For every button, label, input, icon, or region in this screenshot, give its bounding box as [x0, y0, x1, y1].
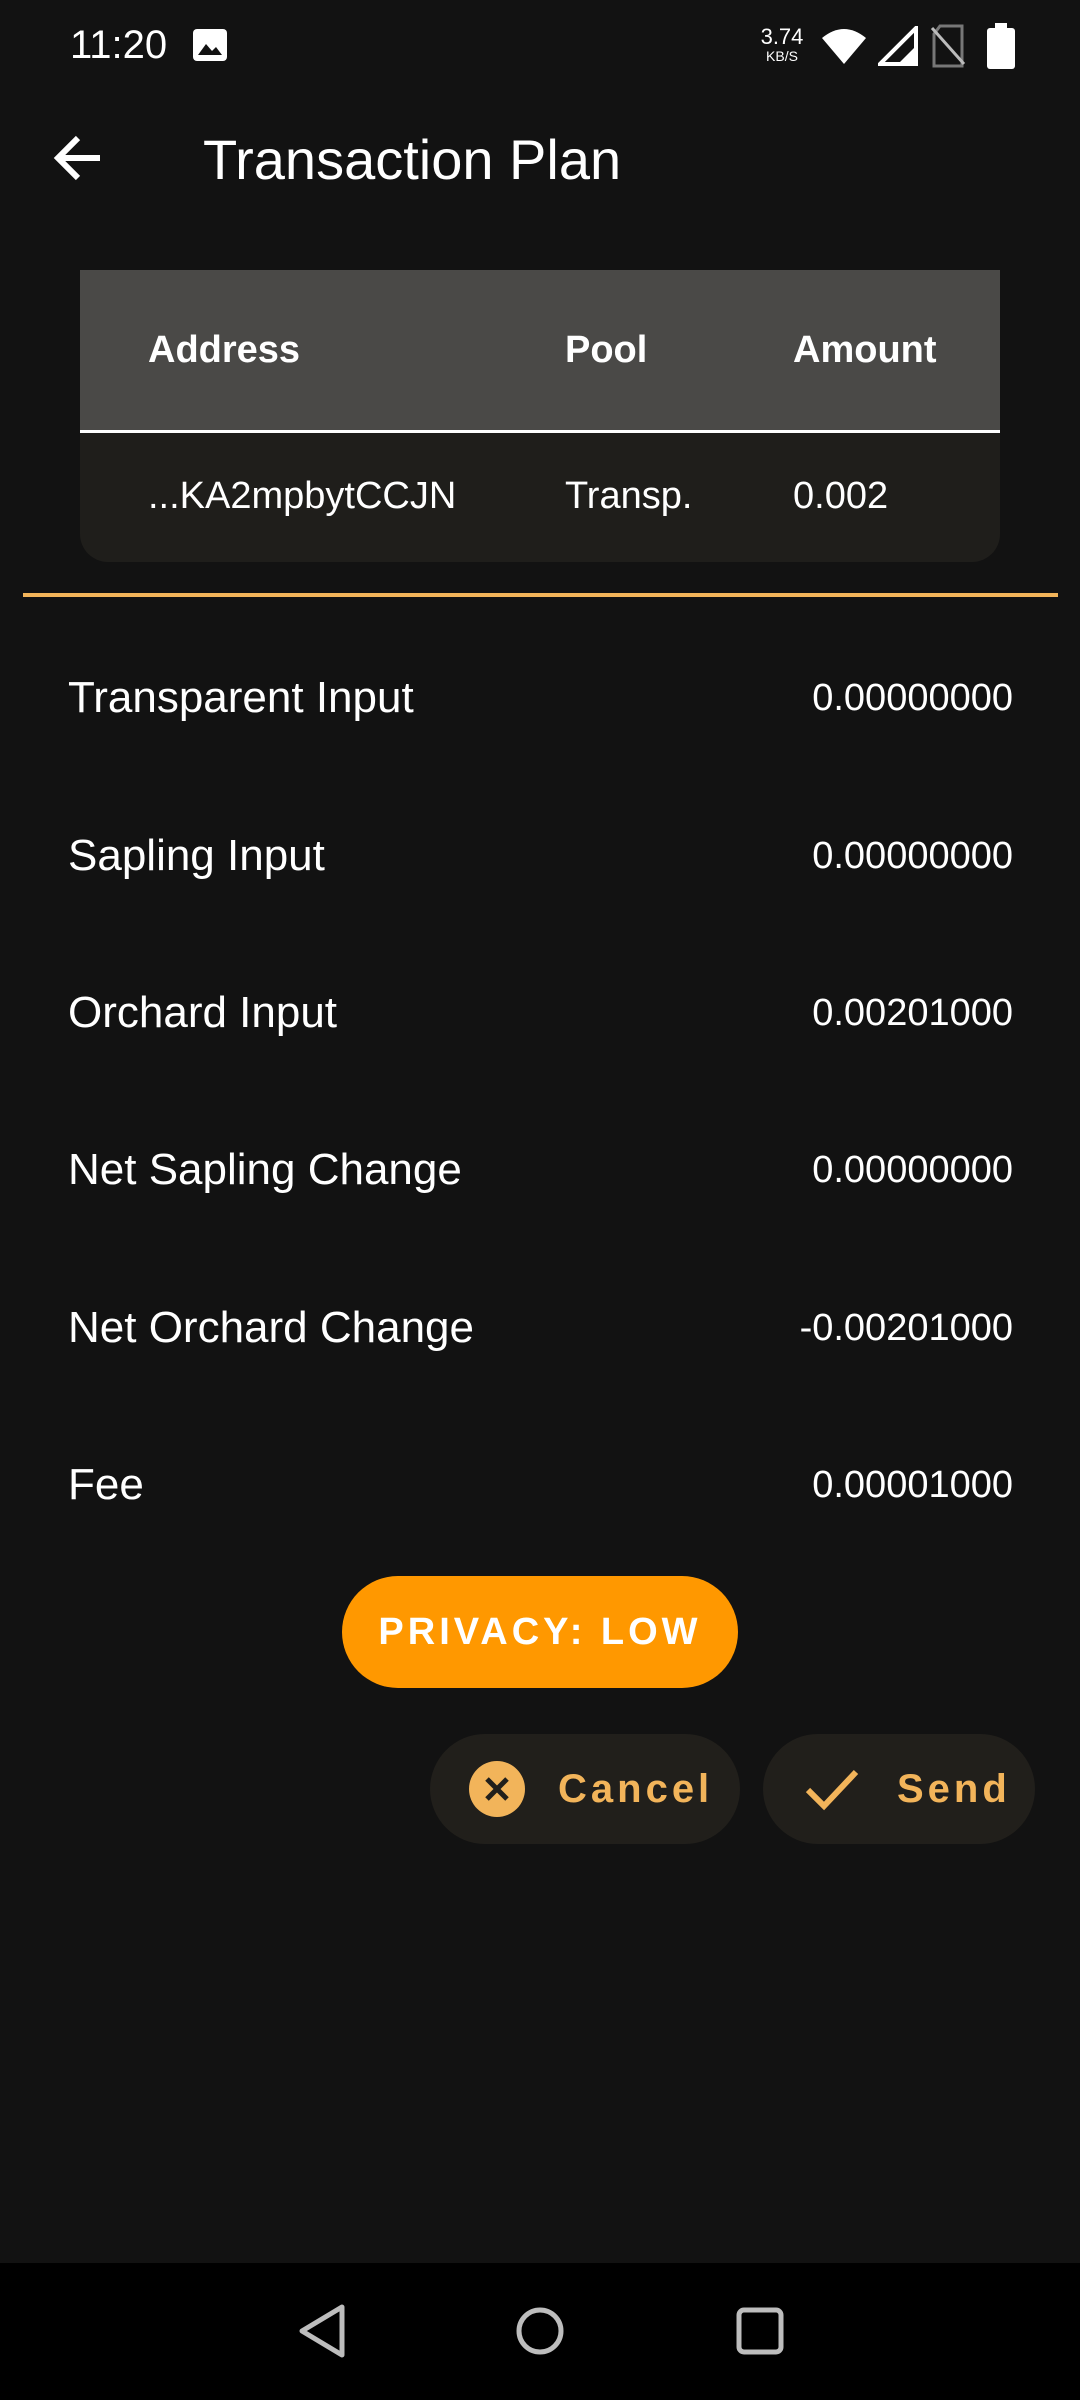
screen: 11:20 3.74 KB/S Transaction Plan Address… [0, 0, 1080, 2400]
no-sim-icon [930, 24, 966, 68]
summary-label: Net Sapling Change [68, 1145, 462, 1194]
summary-label: Orchard Input [68, 988, 338, 1037]
summary-label: Sapling Input [68, 831, 325, 880]
summary-row-transparent-input: Transparent Input 0.00000000 [68, 658, 1013, 738]
section-divider [23, 593, 1058, 597]
nav-recents-icon[interactable] [734, 2305, 786, 2357]
summary-value: 0.00201000 [812, 992, 1013, 1034]
summary-value: 0.00000000 [812, 835, 1013, 877]
summary-row-net-orchard-change: Net Orchard Change -0.00201000 [68, 1288, 1013, 1368]
image-icon [193, 29, 227, 61]
cell-pool: Transp. [565, 475, 693, 517]
arrow-left-icon [53, 135, 100, 181]
header-address[interactable]: Address [148, 270, 300, 430]
cell-address: ...KA2mpbytCCJN [148, 475, 457, 517]
wifi-icon [822, 29, 866, 64]
cell-amount: 0.002 [793, 475, 889, 517]
network-speed-unit: KB/S [766, 48, 798, 64]
summary-row-fee: Fee 0.00001000 [68, 1445, 1013, 1525]
check-icon [805, 1769, 859, 1811]
header-pool[interactable]: Pool [565, 270, 647, 430]
battery-icon [987, 23, 1015, 69]
nav-home-icon[interactable] [514, 2303, 566, 2359]
send-button[interactable]: Send [763, 1734, 1035, 1844]
privacy-level-badge[interactable]: PRIVACY: LOW [342, 1576, 738, 1688]
summary-label: Fee [68, 1460, 144, 1509]
status-time: 11:20 [70, 23, 168, 67]
back-button[interactable] [40, 120, 116, 196]
network-speed-value: 3.74 [760, 24, 804, 49]
network-speed: 3.74 KB/S [756, 24, 808, 65]
summary-label: Net Orchard Change [68, 1303, 474, 1352]
summary-value: 0.00001000 [812, 1464, 1013, 1506]
nav-back-icon[interactable] [296, 2303, 348, 2359]
summary-row-orchard-input: Orchard Input 0.00201000 [68, 973, 1013, 1053]
header-amount[interactable]: Amount [793, 270, 937, 430]
summary-value: -0.00201000 [799, 1307, 1013, 1349]
summary-value: 0.00000000 [812, 1149, 1013, 1191]
system-nav-bar [0, 2263, 1080, 2400]
summary-row-sapling-input: Sapling Input 0.00000000 [68, 816, 1013, 896]
table-header: Address Pool Amount [80, 270, 1000, 433]
cancel-button[interactable]: Cancel [430, 1734, 740, 1844]
summary-label: Transparent Input [68, 673, 414, 722]
recipients-table: Address Pool Amount ...KA2mpbytCCJN Tran… [80, 270, 1000, 562]
page-title: Transaction Plan [203, 128, 622, 191]
send-button-label: Send [897, 1766, 1011, 1811]
summary-value: 0.00000000 [812, 677, 1013, 719]
signal-icon [878, 26, 918, 66]
summary-row-net-sapling-change: Net Sapling Change 0.00000000 [68, 1130, 1013, 1210]
status-bar: 11:20 3.74 KB/S [0, 0, 1080, 90]
cancel-button-label: Cancel [558, 1766, 714, 1811]
close-circle-icon [469, 1761, 525, 1817]
